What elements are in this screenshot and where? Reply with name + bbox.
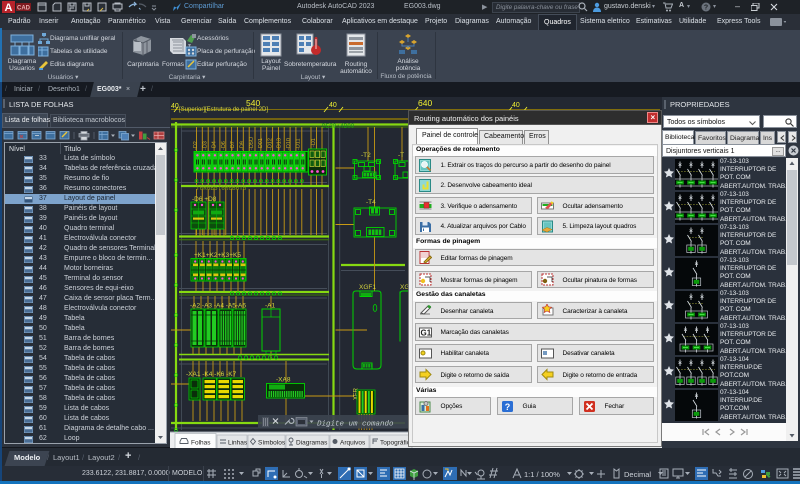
svg-text:[Superior][Estrutura de painel: [Superior][Estrutura de painel 2D] (179, 107, 268, 113)
svg-text:Diagramas: Diagramas (296, 440, 328, 447)
svg-text:+K1+K2+K3+K5: +K1+K2+K3+K5 (194, 252, 241, 259)
svg-text:640: 640 (418, 98, 432, 108)
svg-text:Decimal: Decimal (624, 470, 651, 479)
svg-text:-D4: -D4 (212, 141, 218, 150)
svg-text:Digite um comando: Digite um comando (317, 421, 394, 429)
svg-text:-D11: -D11 (295, 138, 301, 150)
svg-text:-A2 -A3 -A4 -A5-A6: -A2 -A3 -A4 -A5-A6 (190, 303, 246, 310)
svg-text:-D13: -D13 (277, 138, 283, 150)
svg-text:40: 40 (329, 102, 337, 109)
svg-text:?: ? (704, 5, 708, 12)
svg-text:Folhas: Folhas (191, 440, 211, 447)
svg-text:-XA8: -XA8 (276, 377, 291, 384)
svg-text:A: A (5, 2, 13, 13)
svg-text:-D01: -D01 (258, 138, 264, 150)
svg-text:-T: -T (398, 152, 404, 159)
svg-text:XGF1: XGF1 (359, 284, 376, 291)
svg-text:-XA1 -K4 -K6 -K7: -XA1 -K4 -K6 -K7 (186, 371, 237, 378)
svg-text:Arquivos: Arquivos (340, 440, 366, 447)
svg-text:T6R6B6T6R6B6T6: T6R6B6T6R6B6T6 (196, 185, 247, 192)
svg-text:-T2: -T2 (361, 152, 371, 159)
svg-text:-D1: -D1 (311, 138, 317, 147)
svg-text:-D10: -D10 (286, 138, 292, 150)
svg-text:DE20:4B00: DE20:4B00 (322, 123, 355, 130)
svg-text:40: 40 (512, 102, 520, 109)
svg-text:40: 40 (171, 103, 179, 110)
svg-text:Linhas: Linhas (228, 440, 248, 447)
svg-text:-D2: -D2 (193, 141, 199, 150)
svg-text:G1: G1 (420, 328, 431, 337)
svg-text:-D12: -D12 (267, 138, 273, 150)
svg-text:-D3: -D3 (202, 141, 208, 150)
svg-text:-D5O: -D5O (249, 136, 255, 150)
svg-text:-D6: -D6 (221, 141, 227, 150)
svg-text:Topográfic: Topográfic (380, 440, 411, 447)
svg-text:?: ? (504, 402, 510, 412)
svg-text:-T4: -T4 (366, 199, 376, 206)
svg-text:-D7: -D7 (230, 141, 236, 150)
svg-text:-D9: -D9 (240, 141, 246, 150)
svg-text:-A1: -A1 (265, 303, 276, 310)
svg-text:1:1 / 100%: 1:1 / 100% (524, 470, 560, 479)
svg-text:Símbolos: Símbolos (258, 440, 286, 447)
svg-text:CAD: CAD (17, 6, 31, 12)
